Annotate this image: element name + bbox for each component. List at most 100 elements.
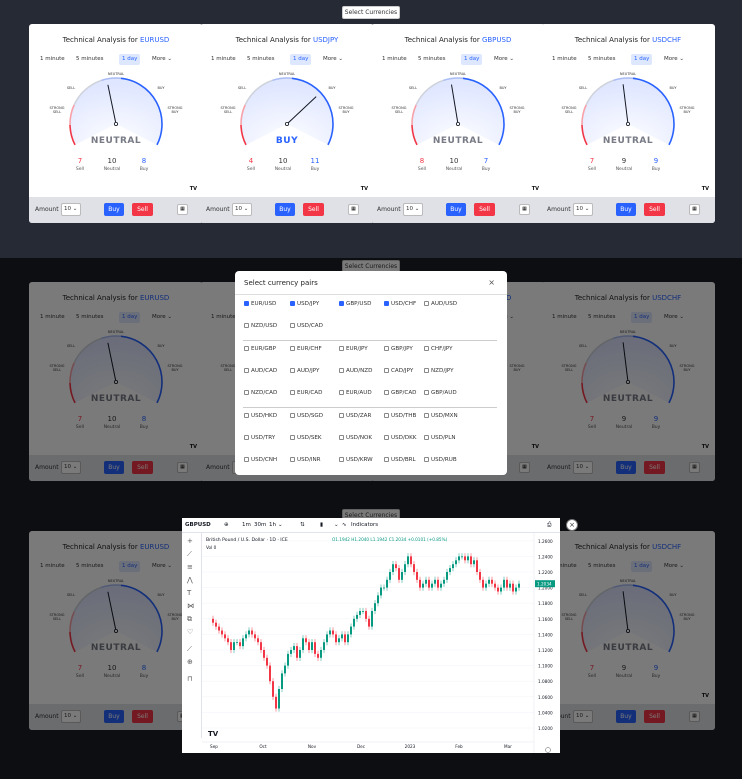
pair-checkbox-gbp-jpy[interactable]: GBP/JPY bbox=[384, 346, 413, 352]
tradingview-logo[interactable]: TV bbox=[702, 186, 709, 192]
text-icon[interactable]: T bbox=[187, 589, 191, 597]
checkbox-icon[interactable] bbox=[244, 435, 249, 440]
tab-1-day[interactable]: 1 day bbox=[461, 54, 483, 65]
crosshair-icon[interactable]: + bbox=[187, 537, 193, 545]
trendline-icon[interactable]: ⟋ bbox=[187, 550, 192, 559]
amount-select[interactable]: 10 ⌄ bbox=[573, 203, 593, 216]
buy-button[interactable]: Buy bbox=[275, 203, 295, 216]
tab-1-minute[interactable]: 1 minute bbox=[379, 54, 410, 65]
tradingview-logo[interactable]: TV bbox=[361, 186, 368, 192]
checkbox-icon[interactable] bbox=[384, 368, 389, 373]
fib-icon[interactable]: ≡ bbox=[187, 563, 193, 571]
sell-button[interactable]: Sell bbox=[132, 203, 153, 216]
checkbox-icon[interactable] bbox=[424, 368, 429, 373]
checkbox-icon[interactable] bbox=[290, 301, 295, 306]
pair-checkbox-usd-cad[interactable]: USD/CAD bbox=[290, 323, 323, 329]
select-currencies-button[interactable]: Select Currencies bbox=[342, 6, 400, 19]
checkbox-icon[interactable] bbox=[244, 301, 249, 306]
pair-checkbox-eur-jpy[interactable]: EUR/JPY bbox=[339, 346, 368, 352]
checkbox-icon[interactable] bbox=[290, 368, 295, 373]
tab-5-minutes[interactable]: 5 minutes bbox=[244, 54, 278, 65]
checkbox-icon[interactable] bbox=[244, 457, 249, 462]
pair-checkbox-usd-mxn[interactable]: USD/MXN bbox=[424, 413, 458, 419]
chevron-down-icon[interactable]: ⌄ bbox=[278, 522, 283, 528]
pair-checkbox-usd-cnh[interactable]: USD/CNH bbox=[244, 457, 277, 463]
checkbox-icon[interactable] bbox=[384, 301, 389, 306]
tab-more[interactable]: More ⌄ bbox=[149, 54, 175, 65]
pair-checkbox-chf-jpy[interactable]: CHF/JPY bbox=[424, 346, 453, 352]
pair-checkbox-usd-nok[interactable]: USD/NOK bbox=[339, 435, 372, 441]
checkbox-icon[interactable] bbox=[384, 413, 389, 418]
pair-checkbox-aud-cad[interactable]: AUD/CAD bbox=[244, 368, 277, 374]
symbol-label[interactable]: GBPUSD bbox=[185, 522, 211, 528]
checkbox-icon[interactable] bbox=[424, 346, 429, 351]
settings-icon[interactable] bbox=[545, 747, 551, 753]
pair-checkbox-cad-jpy[interactable]: CAD/JPY bbox=[384, 368, 413, 374]
amount-select[interactable]: 10 ⌄ bbox=[232, 203, 252, 216]
tradingview-logo[interactable]: TV bbox=[532, 186, 539, 192]
amount-select[interactable]: 10 ⌄ bbox=[403, 203, 423, 216]
interval-30m[interactable]: 30m bbox=[254, 522, 266, 528]
checkbox-icon[interactable] bbox=[339, 457, 344, 462]
pair-checkbox-usd-zar[interactable]: USD/ZAR bbox=[339, 413, 371, 419]
pair-checkbox-usd-brl[interactable]: USD/BRL bbox=[384, 457, 416, 463]
tab-1-day[interactable]: 1 day bbox=[631, 54, 653, 65]
interval-1m[interactable]: 1m bbox=[242, 522, 251, 528]
tradingview-logo[interactable]: TV bbox=[190, 186, 197, 192]
checkbox-icon[interactable] bbox=[384, 435, 389, 440]
checkbox-icon[interactable] bbox=[290, 390, 295, 395]
pair-checkbox-aud-jpy[interactable]: AUD/JPY bbox=[290, 368, 319, 374]
checkbox-icon[interactable] bbox=[384, 346, 389, 351]
checkbox-icon[interactable] bbox=[290, 435, 295, 440]
pair-checkbox-usd-chf[interactable]: USD/CHF bbox=[384, 301, 416, 307]
checkbox-icon[interactable] bbox=[424, 301, 429, 306]
interval-1h[interactable]: 1h bbox=[269, 522, 276, 528]
tab-5-minutes[interactable]: 5 minutes bbox=[585, 54, 619, 65]
close-chart-button[interactable]: × bbox=[566, 519, 578, 531]
bar-style-icon[interactable]: ▮ bbox=[320, 522, 323, 528]
pair-symbol[interactable]: EURUSD bbox=[140, 36, 169, 44]
pair-symbol[interactable]: USDCHF bbox=[652, 36, 681, 44]
pair-checkbox-usd-thb[interactable]: USD/THB bbox=[384, 413, 416, 419]
checkbox-icon[interactable] bbox=[290, 457, 295, 462]
tab-1-day[interactable]: 1 day bbox=[119, 54, 141, 65]
checkbox-icon[interactable] bbox=[424, 390, 429, 395]
tab-5-minutes[interactable]: 5 minutes bbox=[73, 54, 107, 65]
pattern-icon[interactable]: ⋀ bbox=[187, 576, 193, 584]
checkbox-icon[interactable] bbox=[290, 413, 295, 418]
tab-5-minutes[interactable]: 5 minutes bbox=[415, 54, 449, 65]
pair-checkbox-nzd-jpy[interactable]: NZD/JPY bbox=[424, 368, 454, 374]
pair-checkbox-usd-rub[interactable]: USD/RUB bbox=[424, 457, 457, 463]
buy-button[interactable]: Buy bbox=[104, 203, 124, 216]
zoom-icon[interactable]: ⊕ bbox=[187, 658, 193, 666]
chevron-down-icon[interactable]: ⌄ bbox=[334, 522, 339, 528]
pair-symbol[interactable]: GBPUSD bbox=[482, 36, 511, 44]
sell-button[interactable]: Sell bbox=[303, 203, 324, 216]
projection-icon[interactable]: ⋈ bbox=[187, 602, 194, 610]
pair-symbol[interactable]: USDJPY bbox=[313, 36, 338, 44]
amount-select[interactable]: 10 ⌄ bbox=[61, 203, 81, 216]
camera-icon[interactable]: ⎙ bbox=[547, 522, 551, 529]
buy-button[interactable]: Buy bbox=[616, 203, 636, 216]
pair-checkbox-usd-sgd[interactable]: USD/SGD bbox=[290, 413, 323, 419]
pair-checkbox-eur-gbp[interactable]: EUR/GBP bbox=[244, 346, 276, 352]
pair-checkbox-nzd-usd[interactable]: NZD/USD bbox=[244, 323, 277, 329]
calculator-icon[interactable]: ▦ bbox=[689, 204, 700, 215]
pair-checkbox-gbp-usd[interactable]: GBP/USD bbox=[339, 301, 371, 307]
checkbox-icon[interactable] bbox=[244, 323, 249, 328]
checkbox-icon[interactable] bbox=[244, 368, 249, 373]
pair-checkbox-usd-sek[interactable]: USD/SEK bbox=[290, 435, 322, 441]
ruler-icon[interactable]: ⟋ bbox=[187, 645, 192, 654]
checkbox-icon[interactable] bbox=[424, 435, 429, 440]
tab-more[interactable]: More ⌄ bbox=[320, 54, 346, 65]
checkbox-icon[interactable] bbox=[424, 413, 429, 418]
tab-1-minute[interactable]: 1 minute bbox=[208, 54, 239, 65]
compare-icon[interactable]: ⇅ bbox=[300, 522, 305, 528]
checkbox-icon[interactable] bbox=[339, 346, 344, 351]
checkbox-icon[interactable] bbox=[384, 457, 389, 462]
checkbox-icon[interactable] bbox=[244, 413, 249, 418]
buy-button[interactable]: Buy bbox=[446, 203, 466, 216]
checkbox-icon[interactable] bbox=[290, 323, 295, 328]
pair-checkbox-eur-cad[interactable]: EUR/CAD bbox=[290, 390, 322, 396]
close-icon[interactable]: × bbox=[488, 271, 495, 295]
